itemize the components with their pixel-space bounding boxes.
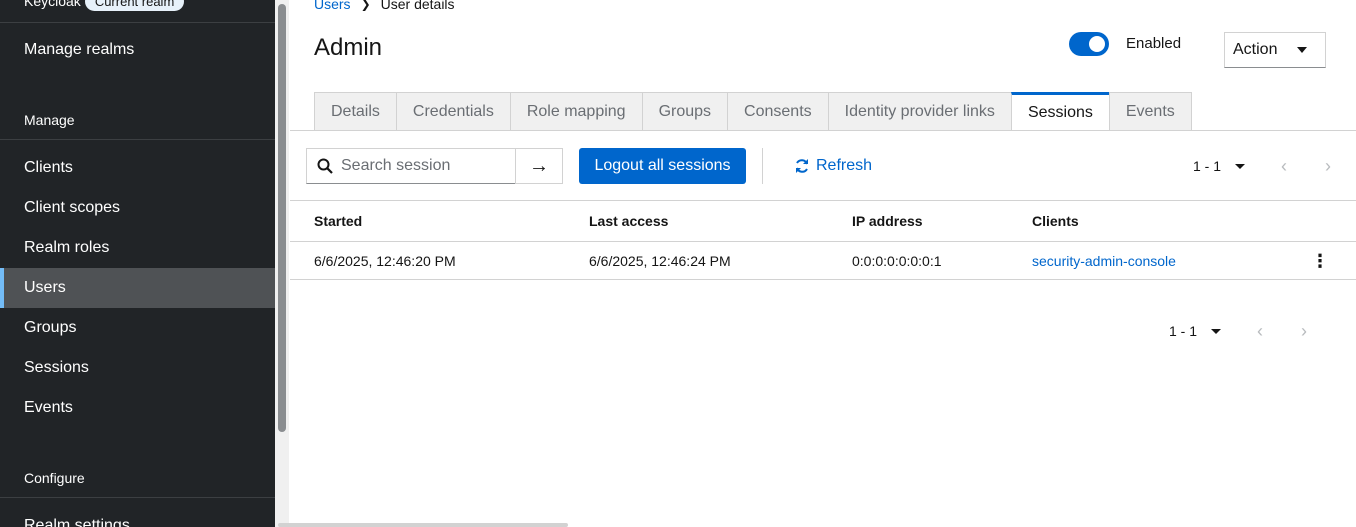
caret-down-icon[interactable] bbox=[1235, 163, 1246, 169]
tab-label: Credentials bbox=[412, 102, 494, 120]
cell-last-access: 6/6/2025, 12:46:24 PM bbox=[589, 252, 731, 269]
search-icon bbox=[317, 158, 333, 174]
sidebar-item-label: Events bbox=[24, 399, 73, 416]
tab-groups[interactable]: Groups bbox=[641, 92, 728, 131]
tab-sessions[interactable]: Sessions bbox=[1010, 92, 1109, 131]
sidebar-item-groups[interactable]: Groups bbox=[0, 308, 275, 348]
sidebar-item-sessions[interactable]: Sessions bbox=[0, 348, 275, 388]
pagination-range[interactable]: 1 - 1 bbox=[1193, 158, 1221, 174]
tab-credentials[interactable]: Credentials bbox=[395, 92, 510, 131]
sidebar-item-realm-settings[interactable]: Realm settings bbox=[0, 506, 275, 527]
page-title: Admin bbox=[314, 34, 383, 61]
sidebar-divider bbox=[0, 139, 275, 140]
sidebar-item-realm-roles[interactable]: Realm roles bbox=[0, 228, 275, 268]
sidebar-divider bbox=[0, 22, 275, 23]
previous-page-icon[interactable]: ‹ bbox=[1281, 156, 1287, 177]
arrow-right-icon: → bbox=[529, 154, 549, 177]
tab-details[interactable]: Details bbox=[314, 92, 396, 131]
toggle-knob bbox=[1089, 36, 1105, 52]
tab-label: Consents bbox=[744, 102, 812, 120]
current-realm-badge: Current realm bbox=[84, 0, 185, 11]
breadcrumb-users-link[interactable]: Users bbox=[314, 0, 351, 12]
sidebar-item-client-scopes[interactable]: Client scopes bbox=[0, 188, 275, 228]
pagination-range[interactable]: 1 - 1 bbox=[1169, 323, 1197, 339]
breadcrumb: Users ❯ User details bbox=[314, 0, 455, 12]
sidebar-item-clients[interactable]: Clients bbox=[0, 148, 275, 188]
tab-role-mapping[interactable]: Role mapping bbox=[509, 92, 642, 131]
sidebar-scrollbar[interactable] bbox=[278, 4, 286, 432]
pagination-bottom: 1 - 1 ‹ › bbox=[1169, 316, 1307, 346]
enabled-label: Enabled bbox=[1126, 35, 1182, 52]
tab-label: Identity provider links bbox=[844, 102, 995, 120]
tab-label: Role mapping bbox=[526, 102, 626, 120]
kebab-menu-icon[interactable]: ⋮ bbox=[1310, 242, 1330, 280]
sidebar-item-events[interactable]: Events bbox=[0, 388, 275, 428]
sidebar-item-label: Realm roles bbox=[24, 239, 110, 256]
cell-client-link[interactable]: security-admin-console bbox=[1032, 242, 1176, 279]
next-page-icon[interactable]: › bbox=[1325, 156, 1331, 177]
search-session-input[interactable] bbox=[341, 157, 511, 175]
search-submit-button[interactable]: → bbox=[515, 148, 563, 184]
realm-selector[interactable]: Keycloak Current realm bbox=[24, 0, 185, 14]
tab-consents[interactable]: Consents bbox=[727, 92, 828, 131]
refresh-button[interactable]: Refresh bbox=[794, 148, 872, 184]
tab-label: Details bbox=[331, 102, 380, 120]
realm-name: Keycloak bbox=[24, 0, 81, 9]
sidebar-item-label: Groups bbox=[24, 319, 77, 336]
enabled-toggle[interactable] bbox=[1069, 32, 1109, 56]
previous-page-icon[interactable]: ‹ bbox=[1257, 321, 1263, 342]
main-content: Users ❯ User details Admin Enabled Actio… bbox=[290, 0, 1356, 527]
column-header-clients[interactable]: Clients bbox=[1032, 201, 1079, 241]
sidebar: Keycloak Current realm Manage realms Man… bbox=[0, 0, 275, 527]
sidebar-item-label: Sessions bbox=[24, 359, 89, 376]
sidebar-section-manage: Manage bbox=[24, 112, 75, 128]
caret-down-icon bbox=[1297, 47, 1307, 53]
tab-label: Events bbox=[1125, 102, 1175, 120]
column-header-ip-address[interactable]: IP address bbox=[852, 201, 923, 241]
sidebar-item-label: Client scopes bbox=[24, 199, 121, 216]
caret-down-icon[interactable] bbox=[1211, 328, 1222, 334]
tab-identity-provider-links[interactable]: Identity provider links bbox=[827, 92, 1011, 131]
sidebar-section-configure: Configure bbox=[24, 470, 85, 486]
sessions-table: Started Last access IP address Clients 6… bbox=[290, 200, 1356, 280]
column-header-last-access[interactable]: Last access bbox=[589, 201, 668, 241]
tab-label: Sessions bbox=[1027, 104, 1093, 121]
tabs-divider bbox=[290, 130, 1356, 131]
next-page-icon[interactable]: › bbox=[1301, 321, 1307, 342]
action-dropdown-label: Action bbox=[1233, 41, 1278, 58]
sidebar-item-manage-realms[interactable]: Manage realms bbox=[0, 30, 275, 70]
column-header-started[interactable]: Started bbox=[314, 201, 362, 241]
action-dropdown[interactable]: Action bbox=[1224, 32, 1326, 68]
cell-started: 6/6/2025, 12:46:20 PM bbox=[314, 252, 456, 269]
sidebar-item-users[interactable]: Users bbox=[0, 268, 275, 308]
table-header: Started Last access IP address Clients bbox=[290, 200, 1356, 242]
sync-icon bbox=[796, 159, 808, 173]
chevron-right-icon: ❯ bbox=[360, 0, 371, 11]
tab-events[interactable]: Events bbox=[1108, 92, 1192, 131]
sidebar-item-label: Clients bbox=[24, 159, 73, 176]
breadcrumb-current: User details bbox=[380, 0, 455, 12]
table-row: 6/6/2025, 12:46:20 PM 6/6/2025, 12:46:24… bbox=[290, 242, 1356, 280]
sidebar-divider bbox=[0, 497, 275, 498]
refresh-label: Refresh bbox=[816, 157, 873, 174]
tab-label: Groups bbox=[658, 102, 712, 120]
search-session-box bbox=[306, 148, 516, 184]
toolbar-divider bbox=[762, 148, 763, 184]
user-tabs: Details Credentials Role mapping Groups … bbox=[314, 92, 1192, 131]
sidebar-item-label: Realm settings bbox=[24, 517, 130, 527]
logout-all-sessions-button[interactable]: Logout all sessions bbox=[579, 148, 746, 184]
cell-ip-address: 0:0:0:0:0:0:0:1 bbox=[852, 252, 942, 269]
pagination-top: 1 - 1 ‹ › bbox=[1193, 151, 1331, 181]
sidebar-item-label: Manage realms bbox=[24, 41, 135, 58]
sidebar-item-label: Users bbox=[24, 279, 66, 296]
